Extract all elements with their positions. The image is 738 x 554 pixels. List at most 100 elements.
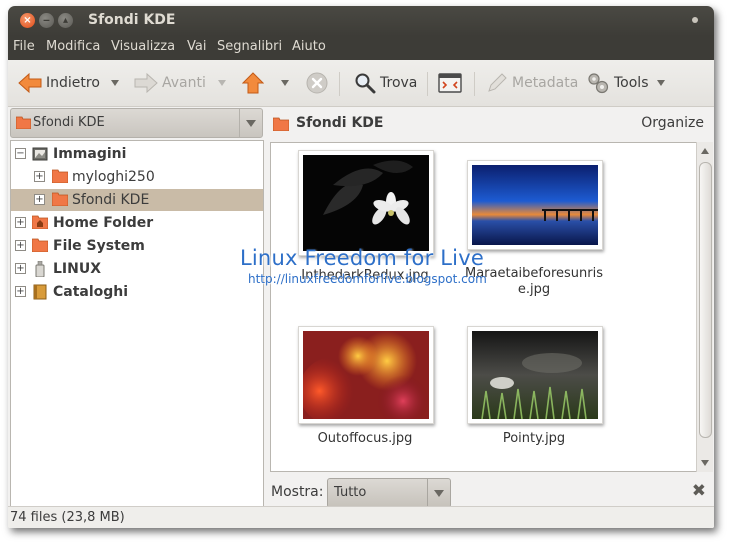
scroll-up-arrow[interactable] — [701, 148, 709, 154]
expand-toggle[interactable]: + — [15, 217, 26, 228]
up-dropdown[interactable] — [281, 80, 289, 86]
tree-label: LINUX — [53, 261, 102, 277]
tools-label: Tools — [614, 75, 649, 91]
organize-button[interactable]: Organize — [641, 115, 704, 131]
thumbnail-frame — [467, 160, 603, 250]
vertical-scrollbar[interactable] — [696, 142, 713, 472]
window: × ‒ ▴ Sfondi KDE File Modifica Visualizz… — [8, 6, 714, 528]
usb-drive-icon — [35, 261, 45, 277]
menu-modifica[interactable]: Modifica — [46, 39, 100, 54]
gears-icon — [588, 73, 609, 94]
forward-history-dropdown[interactable] — [218, 80, 226, 86]
thumbnail-image — [472, 331, 598, 419]
slideshow-icon — [438, 73, 462, 93]
pencil-icon — [488, 73, 507, 92]
up-button[interactable] — [242, 72, 264, 94]
expand-toggle[interactable]: + — [34, 171, 45, 182]
search-label: Trova — [380, 75, 418, 91]
menu-file[interactable]: File — [13, 39, 35, 54]
folder-icon — [16, 116, 31, 129]
folder-icon — [32, 238, 48, 252]
menu-visualizza[interactable]: Visualizza — [111, 39, 175, 54]
sidebar-location-select[interactable]: Sfondi KDE — [10, 108, 263, 138]
file-name: Pointy.jpg — [502, 431, 566, 446]
chevron-down-icon[interactable] — [239, 109, 262, 137]
status-text: 74 files (23,8 MB) — [10, 510, 125, 525]
pane-splitter[interactable] — [264, 140, 269, 506]
maximize-window-button[interactable]: ▴ — [58, 13, 73, 28]
pictures-icon — [32, 147, 48, 161]
content-title: Sfondi KDE — [296, 115, 384, 131]
toolbar-separator — [427, 72, 428, 96]
filter-value: Tutto — [334, 485, 367, 500]
tree-label: Sfondi KDE — [72, 192, 150, 208]
expand-toggle[interactable]: + — [15, 286, 26, 297]
scrollbar-thumb[interactable] — [699, 162, 712, 438]
thumbnail-image — [303, 331, 429, 419]
scroll-down-arrow[interactable] — [701, 460, 709, 466]
thumbnail-grid: InthedarkRedux.jpg Maraetaibeforesunris … — [270, 142, 698, 472]
back-history-dropdown[interactable] — [111, 80, 119, 86]
statusbar: 74 files (23,8 MB) — [8, 506, 714, 528]
toolbar: Indietro Avanti Trova Metadata Tools — [8, 60, 714, 107]
menubar: File Modifica Visualizza Vai Segnalibri … — [8, 36, 714, 60]
toolbar-separator — [339, 72, 340, 96]
tools-button[interactable]: Tools — [586, 72, 649, 94]
folder-icon — [273, 117, 289, 131]
titlebar: × ‒ ▴ Sfondi KDE — [8, 6, 714, 36]
back-label: Indietro — [46, 75, 100, 91]
tree-item-linux[interactable]: + LINUX — [11, 258, 263, 280]
back-button[interactable]: Indietro — [18, 72, 100, 94]
expand-toggle[interactable]: + — [34, 194, 45, 205]
menu-vai[interactable]: Vai — [187, 39, 206, 54]
file-name: Outoffocus.jpg — [317, 431, 413, 446]
folder-icon — [52, 169, 68, 183]
tree-label: myloghi250 — [72, 169, 155, 185]
watermark-title: Linux Freedom for Live — [240, 246, 484, 270]
filter-bar: Mostra: Tutto ✖ — [270, 478, 714, 508]
metadata-label: Metadata — [512, 75, 579, 91]
up-arrow-icon — [242, 72, 264, 94]
search-icon — [355, 73, 376, 94]
thumbnail-frame — [298, 150, 434, 256]
tree-item-immagini[interactable]: − Immagini — [11, 143, 263, 165]
window-title: Sfondi KDE — [88, 12, 176, 28]
tree-label: Home Folder — [53, 215, 154, 231]
back-arrow-icon — [18, 72, 42, 94]
menu-aiuto[interactable]: Aiuto — [292, 39, 326, 54]
tree-item-home-folder[interactable]: + Home Folder — [11, 212, 263, 234]
tree-item-file-system[interactable]: + File System — [11, 235, 263, 257]
thumbnail-image — [472, 165, 598, 245]
close-window-button[interactable]: × — [20, 13, 35, 28]
chevron-down-icon[interactable] — [427, 479, 450, 507]
tree-label: Cataloghi — [53, 284, 129, 300]
catalog-book-icon — [33, 284, 47, 300]
expand-toggle[interactable]: + — [15, 263, 26, 274]
watermark-url: http://linuxfreedomforlive.blogspot.com — [248, 272, 487, 286]
tree-label: File System — [53, 238, 145, 254]
slideshow-button[interactable] — [438, 72, 462, 94]
window-menu-dot[interactable] — [692, 17, 698, 23]
close-filter-icon[interactable]: ✖ — [692, 481, 706, 501]
folder-icon — [52, 192, 68, 206]
forward-button[interactable]: Avanti — [134, 72, 206, 94]
metadata-button[interactable]: Metadata — [486, 72, 578, 94]
tree-item-cataloghi[interactable]: + Cataloghi — [11, 281, 263, 303]
tree-item-sfondi-kde[interactable]: + Sfondi KDE — [11, 189, 263, 211]
filter-label: Mostra: — [271, 484, 324, 500]
minimize-window-button[interactable]: ‒ — [39, 13, 54, 28]
filter-select[interactable]: Tutto — [327, 478, 451, 508]
forward-arrow-icon — [134, 72, 158, 94]
menu-segnalibri[interactable]: Segnalibri — [217, 39, 282, 54]
thumbnail-image — [303, 155, 429, 251]
stop-button[interactable] — [306, 72, 328, 94]
search-button[interactable]: Trova — [354, 72, 417, 94]
collapse-toggle[interactable]: − — [15, 148, 26, 159]
folder-tree: − Immagini + myloghi250 + Sfondi KDE + H… — [10, 140, 264, 508]
tree-item-myloghi250[interactable]: + myloghi250 — [11, 166, 263, 188]
tools-dropdown[interactable] — [657, 80, 665, 86]
toolbar-separator — [474, 72, 475, 96]
expand-toggle[interactable]: + — [15, 240, 26, 251]
home-folder-icon — [32, 215, 48, 229]
thumbnail-frame — [467, 326, 603, 424]
